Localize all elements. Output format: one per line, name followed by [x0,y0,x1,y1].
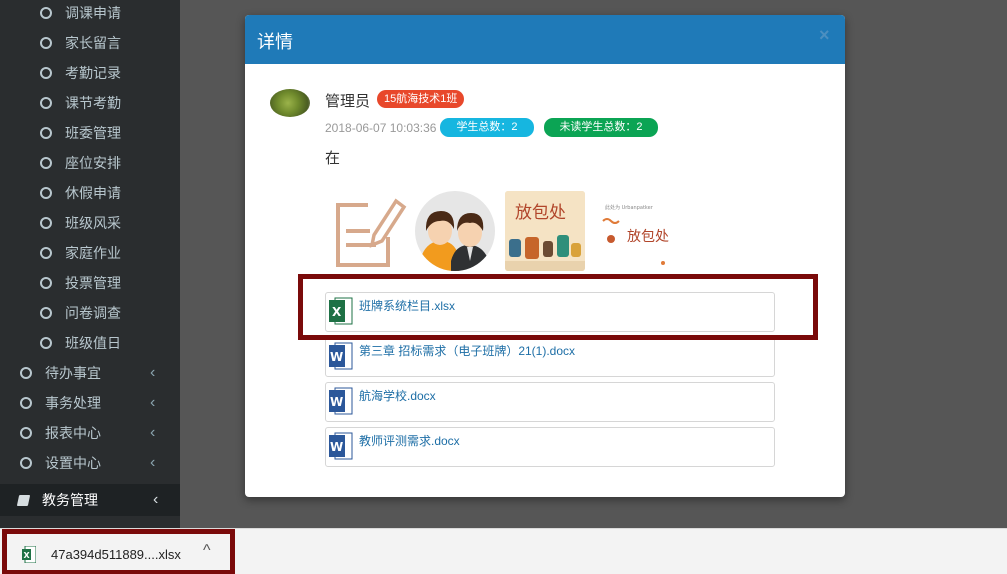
bag-storage-illustration-icon: 放包处 [505,191,585,271]
sidebar-item-label: 投票管理 [65,275,121,291]
sidebar-item-voting[interactable]: 投票管理 [0,268,180,298]
sidebar-item-leave-request[interactable]: 休假申请 [0,178,180,208]
sidebar-item-affairs[interactable]: 事务处理 ‹ [0,388,180,418]
sidebar-item-label: 家庭作业 [65,245,121,261]
sidebar-item-label: 设置中心 [45,455,101,471]
attachment-name: 教师评测需求.docx [359,434,460,448]
circle-icon [20,427,32,439]
highlight-annotation [298,274,818,340]
word-file-icon: W [329,387,353,415]
attachment-name: 第三章 招标需求（电子班牌）21(1).docx [359,344,576,358]
modal-header: 详情 × [245,15,845,64]
image-thumbnail-edit[interactable] [330,191,410,271]
circle-icon [40,187,52,199]
thumb4-text: 放包处 [627,229,669,245]
post-content: 在 [325,150,341,167]
student-total-badge: 学生总数：2 [440,118,534,137]
sidebar-item-todo[interactable]: 待办事宜 ‹ [0,358,180,388]
people-illustration-icon [421,211,489,271]
circle-icon [40,37,52,49]
circle-icon [20,367,32,379]
word-file-icon: W [329,432,353,460]
circle-icon [40,67,52,79]
sidebar-item-reschedule-request[interactable]: 调课申请 [0,0,180,28]
sidebar-item-lesson-attendance[interactable]: 课节考勤 [0,88,180,118]
circle-icon [40,217,52,229]
chevron-left-icon: ‹ [150,454,156,471]
chevron-up-icon[interactable]: ^ [203,542,211,560]
circle-icon [40,247,52,259]
avatar [270,89,310,117]
image-thumbnail-bag-area[interactable]: 放包处 [505,191,585,271]
chevron-left-icon: ‹ [150,364,156,381]
sidebar-item-label: 座位安排 [65,155,121,171]
sidebar: 调课申请 家长留言 考勤记录 课节考勤 班委管理 座位安排 休假申请 班级风采 … [0,0,180,528]
circle-icon [40,127,52,139]
image-thumbnail-bag-area-2[interactable]: 此处为 Urbanpatker 放包处 [593,191,673,271]
attachment-word-1[interactable]: W 第三章 招标需求（电子班牌）21(1).docx [325,337,775,377]
word-file-icon: W [329,342,353,370]
book-icon [16,495,31,506]
modal-title: 详情 [257,32,293,52]
chevron-left-icon: ‹ [150,424,156,441]
sidebar-item-reports[interactable]: 报表中心 ‹ [0,418,180,448]
post-timestamp: 2018-06-07 10:03:36 [325,121,437,135]
thumb4-small-text: 此处为 Urbanpatker [605,204,654,211]
attachment-word-3[interactable]: W 教师评测需求.docx [325,427,775,467]
sidebar-item-homework[interactable]: 家庭作业 [0,238,180,268]
unread-students-badge: 未读学生总数：2 [544,118,658,137]
chevron-left-icon: ‹ [153,491,159,508]
class-badge: 15航海技术1班 [377,90,465,108]
sidebar-item-label: 待办事宜 [45,365,101,381]
sidebar-item-seating[interactable]: 座位安排 [0,148,180,178]
image-thumbnail-people[interactable] [415,191,495,271]
sidebar-item-survey[interactable]: 问卷调查 [0,298,180,328]
poster-name: 管理员 [325,93,371,110]
sidebar-item-label: 休假申请 [65,185,121,201]
circle-icon [20,397,32,409]
detail-modal: 详情 × 管理员 15航海技术1班 2018-06-07 10:03:36 学生… [245,15,845,497]
sidebar-item-settings[interactable]: 设置中心 ‹ [0,448,180,478]
download-item[interactable]: X 47a394d511889....xlsx ^ [2,529,235,574]
circle-icon [40,7,52,19]
circle-icon [40,157,52,169]
svg-text:X: X [24,551,31,560]
sidebar-item-label: 调课申请 [65,5,121,21]
sidebar-item-attendance-records[interactable]: 考勤记录 [0,58,180,88]
bag-storage-sign-icon: 此处为 Urbanpatker 放包处 [593,191,673,271]
sidebar-item-label: 考勤记录 [65,65,121,81]
sidebar-item-label: 家长留言 [65,35,121,51]
sidebar-item-class-duty[interactable]: 班级值日 [0,328,180,358]
sidebar-item-label: 报表中心 [45,425,101,441]
close-icon[interactable]: × [819,25,830,46]
circle-icon [20,457,32,469]
sidebar-item-parent-messages[interactable]: 家长留言 [0,28,180,58]
sidebar-item-class-showcase[interactable]: 班级风采 [0,208,180,238]
sidebar-item-label: 课节考勤 [65,95,121,111]
circle-icon [40,307,52,319]
sidebar-item-label: 问卷调查 [65,305,121,321]
sidebar-item-label: 班委管理 [65,125,121,141]
svg-text:W: W [330,395,343,409]
sidebar-item-label: 教务管理 [42,492,98,508]
attachment-name: 航海学校.docx [359,389,436,403]
sidebar-item-class-committee[interactable]: 班委管理 [0,118,180,148]
sidebar-item-label: 事务处理 [45,395,101,411]
svg-text:W: W [330,350,343,364]
svg-text:W: W [330,440,343,454]
attachment-word-2[interactable]: W 航海学校.docx [325,382,775,422]
sidebar-item-academic-affairs[interactable]: 教务管理 ‹ [0,484,180,516]
download-filename: 47a394d511889....xlsx [51,547,181,562]
sidebar-item-label: 班级风采 [65,215,121,231]
sidebar-item-label: 班级值日 [65,335,121,351]
edit-document-icon [336,198,407,267]
circle-icon [40,337,52,349]
circle-icon [40,277,52,289]
circle-icon [40,97,52,109]
download-bar: X 47a394d511889....xlsx ^ [0,528,1007,574]
excel-file-icon: X [22,546,36,563]
thumb3-text: 放包处 [515,203,566,223]
chevron-left-icon: ‹ [150,394,156,411]
